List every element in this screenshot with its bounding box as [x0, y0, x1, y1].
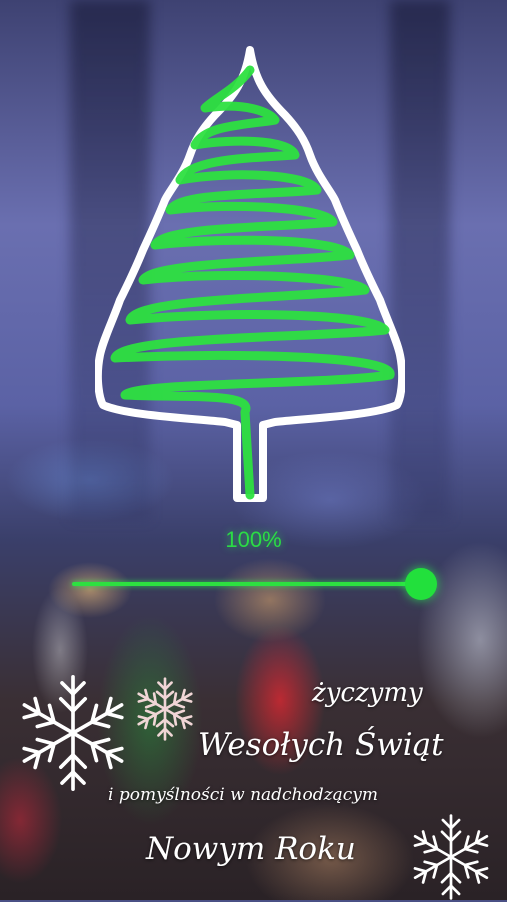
- greeting-line-3: i pomyślności w nadchodzącym: [108, 785, 378, 805]
- snowflake-icon: [133, 677, 197, 741]
- progress-slider-track[interactable]: [72, 582, 422, 586]
- neon-christmas-tree-icon: [95, 46, 405, 502]
- greeting-line-2: Wesołych Świąt: [198, 727, 444, 763]
- greeting-line-4: Nowym Roku: [146, 831, 356, 867]
- progress-percent-label: 100%: [225, 527, 282, 552]
- progress-slider-handle[interactable]: [405, 568, 437, 600]
- snowflake-icon: [409, 814, 493, 900]
- greeting-line-1: życzymy: [312, 678, 423, 708]
- snowflake-icon: [16, 675, 130, 791]
